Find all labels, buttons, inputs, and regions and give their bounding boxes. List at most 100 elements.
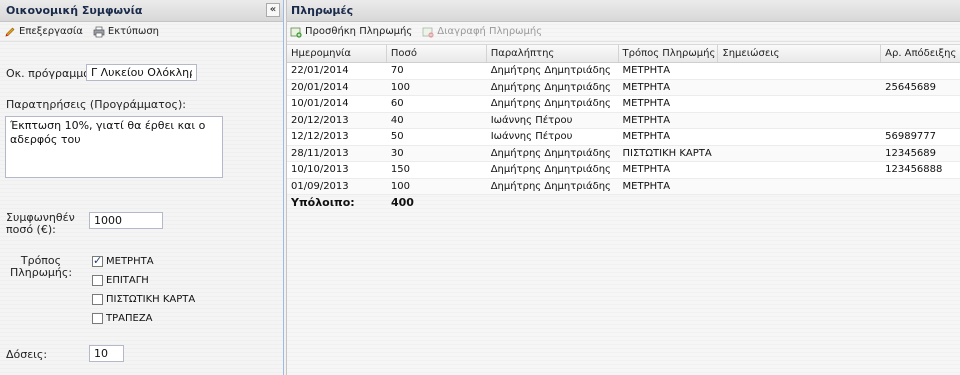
agreed-amount-label: Συμφωνηθέν ποσό (€): [6,212,75,236]
cell-notes [718,146,881,162]
delete-payment-label: Διαγραφή Πληρωμής [437,26,543,37]
cell-notes [718,80,881,96]
cell-notes [718,162,881,178]
cell-receipt [881,96,960,112]
edit-button[interactable]: Επεξεργασία [4,26,83,38]
installments-label: Δόσεις: [6,348,48,361]
table-row[interactable]: 01/09/2013 100 Δημήτρης Δημητριάδης ΜΕΤΡ… [287,178,960,195]
cell-payee: Δημήτρης Δημητριάδης [490,180,611,192]
cell-method: ΜΕΤΡΗΤΑ [622,114,671,126]
cell-method: ΜΕΤΡΗΤΑ [622,131,671,142]
delete-payment-icon [422,26,434,38]
cell-amount: 100 [390,81,410,93]
cell-receipt: 25645689 [885,81,937,93]
grid-body: 22/01/2014 70 Δημήτρης Δημητριάδης ΜΕΤΡΗ… [287,63,960,195]
cell-amount: 40 [390,114,404,126]
cell-notes [718,113,881,129]
cell-method: ΜΕΤΡΗΤΑ [622,180,671,192]
payment-method-label-line2: Πληρωμής: [9,266,73,279]
payment-option-bank-label: ΤΡΑΠΕΖΑ [106,313,153,324]
panel-title: Οικονομική Συμφωνία [6,4,143,17]
cell-date: 10/10/2013 [291,164,349,175]
printer-icon [93,26,105,38]
table-row[interactable]: 22/01/2014 70 Δημήτρης Δημητριάδης ΜΕΤΡΗ… [287,63,960,80]
balance-value: 400 [391,196,414,209]
column-header-notes[interactable]: Σημειώσεις [718,45,882,62]
cell-payee: Δημήτρης Δημητριάδης [490,98,611,109]
cell-method: ΜΕΤΡΗΤΑ [622,98,671,109]
cell-receipt [881,113,960,129]
payments-header: Πληρωμές [287,0,960,22]
table-row[interactable]: 10/10/2013 150 Δημήτρης Δημητριάδης ΜΕΤΡ… [287,162,960,179]
table-row[interactable]: 20/12/2013 40 Ιωάννης Πέτρου ΜΕΤΡΗΤΑ [287,112,960,129]
agreed-amount-label-line2: ποσό (€): [6,223,56,236]
edit-button-label: Επεξεργασία [19,26,83,37]
cell-payee: Δημήτρης Δημητριάδης [490,81,611,93]
cell-receipt: 56989777 [885,131,937,142]
payments-panel: Πληρωμές Προσθήκη Πληρωμής Διαγραφή Πληρ… [286,0,960,375]
column-header-amount[interactable]: Ποσό [387,45,487,62]
table-row[interactable]: 10/01/2014 60 Δημήτρης Δημητριάδης ΜΕΤΡΗ… [287,96,960,113]
cell-date: 10/01/2014 [291,98,349,109]
cell-date: 12/12/2013 [291,131,349,142]
cell-amount: 70 [390,65,404,76]
cell-receipt: 123456888 [885,164,943,175]
financial-agreement-panel: Οικονομική Συμφωνία « Επεξεργασία Εκτύπω… [0,0,284,375]
panel-header: Οικονομική Συμφωνία « [0,0,283,22]
cell-receipt: 12345689 [885,147,937,159]
collapse-panel-button[interactable]: « [266,3,280,17]
grid-header: Ημερομηνία Ποσό Παραλήπτης Τρόπος Πληρωμ… [287,44,960,63]
delete-payment-button[interactable]: Διαγραφή Πληρωμής [422,26,542,38]
cell-amount: 50 [390,131,404,142]
payments-toolbar: Προσθήκη Πληρωμής Διαγραφή Πληρωμής [287,22,960,42]
payment-option-check-checkbox[interactable] [92,275,103,286]
payment-option-cash-label: ΜΕΤΡΗΤΑ [106,256,154,267]
payment-method-label: Τρόπος Πληρωμής: [6,255,76,279]
column-header-payee[interactable]: Παραλήπτης [487,45,619,62]
agreed-amount-field[interactable] [89,212,163,229]
cell-payee: Δημήτρης Δημητριάδης [490,164,611,175]
payments-title: Πληρωμές [291,4,354,17]
cell-receipt [881,179,960,195]
cell-amount: 60 [390,98,404,109]
program-field[interactable] [86,64,197,81]
table-row[interactable]: 20/01/2014 100 Δημήτρης Δημητριάδης ΜΕΤΡ… [287,79,960,96]
table-row[interactable]: 28/11/2013 30 Δημήτρης Δημητριάδης ΠΙΣΤΩ… [287,145,960,162]
column-header-method[interactable]: Τρόπος Πληρωμής [619,45,719,62]
cell-amount: 150 [390,164,410,175]
add-payment-icon [290,26,302,38]
cell-date: 20/12/2013 [291,114,349,126]
cell-date: 01/09/2013 [291,180,349,192]
add-payment-button[interactable]: Προσθήκη Πληρωμής [290,26,412,38]
cell-method: ΜΕΤΡΗΤΑ [622,81,671,93]
notes-label: Παρατηρήσεις (Προγράμματος): [6,98,186,111]
program-label: Οκ. πρόγραμμα: [6,67,95,80]
payment-option-check-label: ΕΠΙΤΑΓΗ [106,275,149,286]
installments-field[interactable] [89,345,124,362]
payment-option-bank-checkbox[interactable] [92,313,103,324]
cell-payee: Δημήτρης Δημητριάδης [490,147,611,159]
cell-method: ΠΙΣΤΩΤΙΚΗ ΚΑΡΤΑ [622,147,712,159]
payment-option-card-label: ΠΙΣΤΩΤΙΚΗ ΚΑΡΤΑ [106,294,196,305]
notes-textarea[interactable]: Έκπτωση 10%, γιατί θα έρθει και ο αδερφό… [5,116,223,178]
cell-date: 28/11/2013 [291,147,349,159]
payment-option-card-checkbox[interactable] [92,294,103,305]
print-button-label: Εκτύπωση [107,26,159,37]
column-header-receipt[interactable]: Αρ. Απόδειξης [881,45,960,62]
cell-amount: 30 [390,147,404,159]
add-payment-label: Προσθήκη Πληρωμής [305,26,413,37]
cell-notes [718,179,881,195]
table-row[interactable]: 12/12/2013 50 Ιωάννης Πέτρου ΜΕΤΡΗΤΑ 569… [287,129,960,146]
payment-option-cash-checkbox[interactable] [92,254,103,267]
cell-payee: Ιωάννης Πέτρου [490,131,573,142]
column-header-date[interactable]: Ημερομηνία [287,45,387,62]
cell-amount: 100 [390,180,410,192]
balance-label: Υπόλοιπο: [291,196,355,209]
pencil-icon [4,26,16,38]
payments-grid: Ημερομηνία Ποσό Παραλήπτης Τρόπος Πληρωμ… [287,44,960,211]
cell-notes [718,96,881,112]
cell-notes [718,129,881,145]
cell-date: 20/01/2014 [291,81,349,93]
left-toolbar: Επεξεργασία Εκτύπωση [0,22,283,42]
print-button[interactable]: Εκτύπωση [93,26,159,38]
